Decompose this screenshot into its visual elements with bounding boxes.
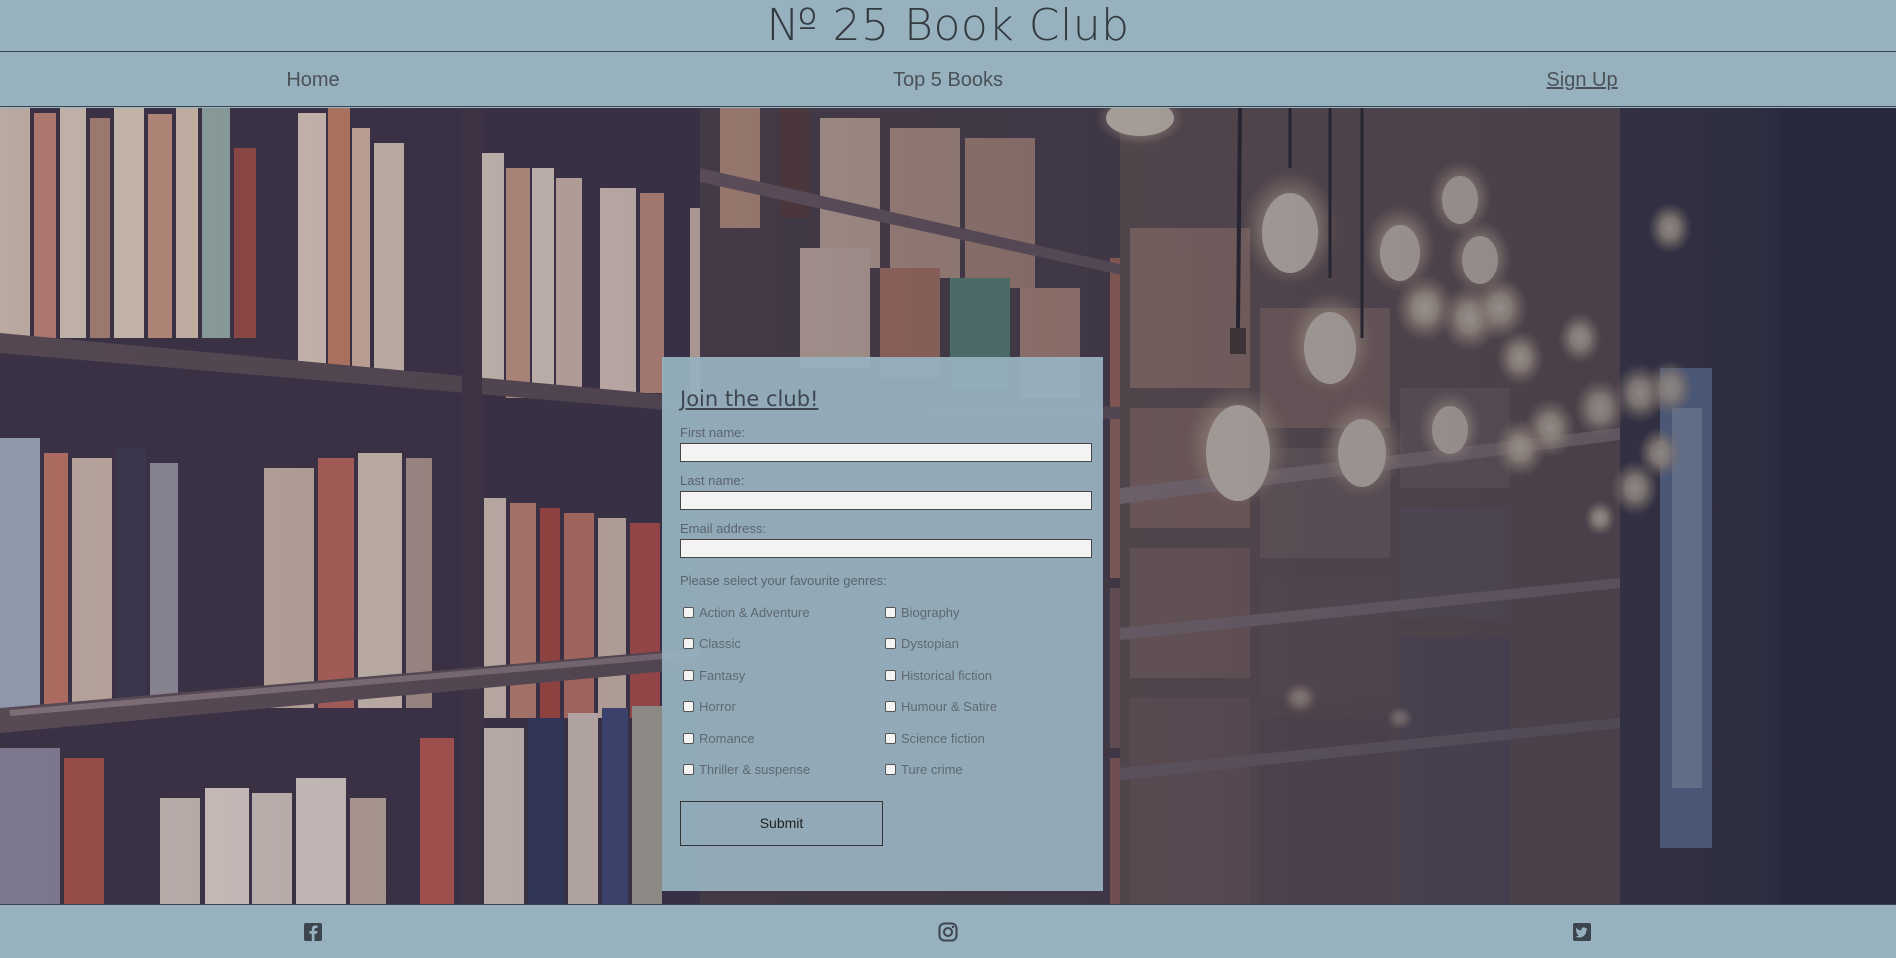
facebook-icon[interactable] — [302, 921, 324, 943]
genre-checkbox-humour-satire[interactable]: Humour & Satire — [885, 698, 997, 716]
nav-home-link[interactable]: Home — [286, 53, 339, 107]
site-title: № 25 Book Club — [766, 0, 1130, 51]
genre-label: Action & Adventure — [699, 605, 810, 620]
nav-sign-up-link[interactable]: Sign Up — [1546, 53, 1617, 107]
genre-label: Ture crime — [901, 762, 963, 777]
site-footer — [0, 904, 1896, 958]
genre-label: Science fiction — [901, 731, 985, 746]
last-name-group: Last name: — [680, 473, 1092, 510]
nav-top-5-books-link[interactable]: Top 5 Books — [893, 53, 1003, 107]
checkbox-icon[interactable] — [683, 764, 694, 775]
genre-label: Biography — [901, 605, 960, 620]
checkbox-icon[interactable] — [683, 670, 694, 681]
signup-form-card: Join the club! First name: Last name: Em… — [662, 357, 1103, 891]
site-header: № 25 Book Club — [0, 0, 1896, 52]
checkbox-icon[interactable] — [885, 638, 896, 649]
genre-checkbox-biography[interactable]: Biography — [885, 604, 960, 622]
checkbox-icon[interactable] — [683, 733, 694, 744]
email-group: Email address: — [680, 521, 1092, 558]
genres-checkbox-grid: Action & Adventure Biography Classic Dys… — [680, 604, 1092, 794]
last-name-input[interactable] — [680, 491, 1092, 510]
checkbox-icon[interactable] — [885, 764, 896, 775]
form-title: Join the club! — [680, 387, 819, 411]
genre-label: Romance — [699, 731, 755, 746]
checkbox-icon[interactable] — [885, 670, 896, 681]
genre-checkbox-horror[interactable]: Horror — [683, 698, 736, 716]
submit-button[interactable]: Submit — [680, 801, 883, 846]
genre-checkbox-fantasy[interactable]: Fantasy — [683, 667, 745, 685]
genre-label: Dystopian — [901, 636, 959, 651]
main-nav: Home Top 5 Books Sign Up — [0, 53, 1896, 107]
genre-label: Horror — [699, 699, 736, 714]
genre-checkbox-dystopian[interactable]: Dystopian — [885, 635, 959, 653]
checkbox-icon[interactable] — [683, 607, 694, 618]
email-label: Email address: — [680, 521, 766, 536]
genre-checkbox-thriller-suspense[interactable]: Thriller & suspense — [683, 761, 810, 779]
checkbox-icon[interactable] — [885, 607, 896, 618]
checkbox-icon[interactable] — [885, 733, 896, 744]
genre-label: Thriller & suspense — [699, 762, 811, 777]
genre-checkbox-science-fiction[interactable]: Science fiction — [885, 730, 985, 748]
first-name-label: First name: — [680, 425, 746, 440]
first-name-group: First name: — [680, 425, 1092, 462]
genre-checkbox-action-adventure[interactable]: Action & Adventure — [683, 604, 810, 622]
checkbox-icon[interactable] — [683, 638, 694, 649]
instagram-icon[interactable] — [937, 921, 959, 943]
checkbox-icon[interactable] — [683, 701, 694, 712]
genres-label: Please select your favourite genres: — [680, 573, 887, 588]
email-input[interactable] — [680, 539, 1092, 558]
genre-checkbox-romance[interactable]: Romance — [683, 730, 755, 748]
last-name-label: Last name: — [680, 473, 745, 488]
genre-label: Humour & Satire — [901, 699, 998, 714]
genre-label: Fantasy — [699, 668, 746, 683]
genre-checkbox-true-crime[interactable]: Ture crime — [885, 761, 963, 779]
genre-checkbox-classic[interactable]: Classic — [683, 635, 741, 653]
checkbox-icon[interactable] — [885, 701, 896, 712]
genre-label: Classic — [699, 636, 741, 651]
first-name-input[interactable] — [680, 443, 1092, 462]
twitter-icon[interactable] — [1571, 921, 1593, 943]
genre-label: Historical fiction — [901, 668, 993, 683]
genre-checkbox-historical-fiction[interactable]: Historical fiction — [885, 667, 992, 685]
